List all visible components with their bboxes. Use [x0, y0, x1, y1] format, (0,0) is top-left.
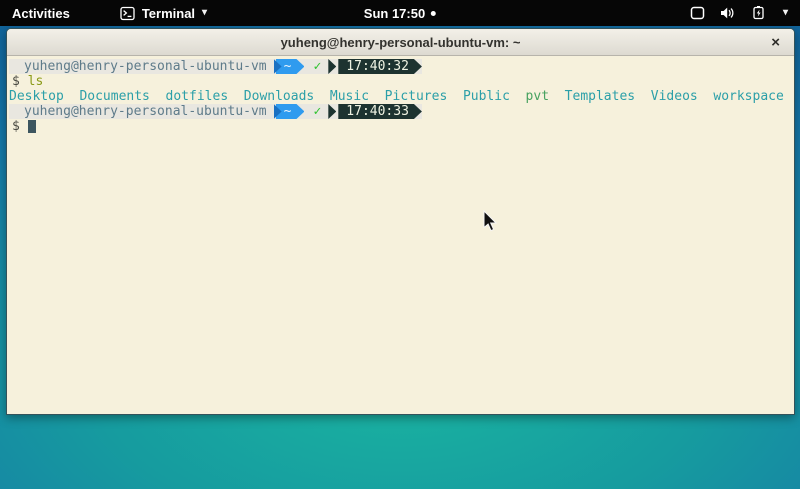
- ls-item: Downloads: [244, 89, 314, 104]
- prompt-user-host: yuheng@henry-personal-ubuntu-vm: [24, 59, 267, 74]
- close-button[interactable]: ×: [771, 29, 780, 55]
- top-bar-left: Activities Terminal ▾: [0, 0, 217, 26]
- activities-label: Activities: [12, 6, 70, 21]
- close-icon: ×: [771, 34, 780, 51]
- app-menu-terminal[interactable]: Terminal ▾: [110, 0, 217, 26]
- time-badge: 17:40:33: [328, 104, 422, 119]
- ls-item: workspace: [713, 89, 783, 104]
- status-check-icon: ✓: [313, 104, 321, 119]
- activities-button[interactable]: Activities: [0, 0, 82, 26]
- prompt-row: yuheng@henry-personal-ubuntu-vm ~ ✓ 17:4…: [9, 59, 792, 74]
- input-row[interactable]: $: [9, 119, 792, 134]
- prompt-user-host: yuheng@henry-personal-ubuntu-vm: [24, 104, 267, 119]
- terminal-cursor: [28, 120, 36, 133]
- ls-item: Templates: [565, 89, 635, 104]
- ls-item: dotfiles: [166, 89, 229, 104]
- ls-item: pvt: [526, 89, 549, 104]
- cwd-badge: ~: [274, 104, 305, 119]
- ls-item: Music: [330, 89, 369, 104]
- ls-item: Videos: [651, 89, 698, 104]
- powerline-arrow-icon: [328, 59, 336, 74]
- prompt-symbol: $: [12, 119, 20, 134]
- top-bar: Activities Terminal ▾ Sun 17:50: [0, 0, 800, 26]
- ls-item: Desktop: [9, 89, 64, 104]
- app-menu-label: Terminal: [142, 6, 195, 21]
- cwd-badge: ~: [274, 59, 305, 74]
- window-title: yuheng@henry-personal-ubuntu-vm: ~: [7, 35, 794, 50]
- prompt-strip: yuheng@henry-personal-ubuntu-vm ~ ✓ 17:4…: [9, 104, 422, 119]
- command-row: $ ls: [9, 74, 792, 89]
- volume-icon: [720, 6, 736, 20]
- window-titlebar[interactable]: yuheng@henry-personal-ubuntu-vm: ~ ×: [7, 29, 794, 56]
- prompt-symbol: $: [12, 74, 20, 89]
- ls-item: Public: [463, 89, 510, 104]
- command-text: ls: [28, 74, 44, 89]
- terminal-app-icon: [120, 6, 135, 21]
- chevron-down-icon: ▾: [202, 8, 207, 18]
- ls-item: Documents: [79, 89, 149, 104]
- battery-charging-icon: [751, 6, 768, 20]
- notification-dot-icon: [431, 11, 436, 16]
- clock-button[interactable]: Sun 17:50: [364, 0, 436, 26]
- display-icon: [690, 6, 705, 20]
- system-menu-caret-icon: ▾: [783, 8, 788, 18]
- prompt-strip: yuheng@henry-personal-ubuntu-vm ~ ✓ 17:4…: [9, 59, 422, 74]
- clock-label: Sun 17:50: [364, 6, 425, 21]
- prompt-time: 17:40:33: [338, 104, 422, 119]
- time-badge: 17:40:32: [328, 59, 422, 74]
- mouse-pointer-icon: [483, 210, 497, 232]
- ls-item: Pictures: [385, 89, 448, 104]
- powerline-arrow-icon: [328, 104, 336, 119]
- system-status-area[interactable]: ▾: [690, 0, 800, 26]
- prompt-row: yuheng@henry-personal-ubuntu-vm ~ ✓ 17:4…: [9, 104, 792, 119]
- terminal-window: yuheng@henry-personal-ubuntu-vm: ~ × yuh…: [6, 28, 795, 415]
- ls-output-row: Desktop Documents dotfiles Downloads Mus…: [9, 89, 792, 104]
- status-check-icon: ✓: [313, 59, 321, 74]
- terminal-content[interactable]: yuheng@henry-personal-ubuntu-vm ~ ✓ 17:4…: [7, 56, 794, 414]
- prompt-time: 17:40:32: [338, 59, 422, 74]
